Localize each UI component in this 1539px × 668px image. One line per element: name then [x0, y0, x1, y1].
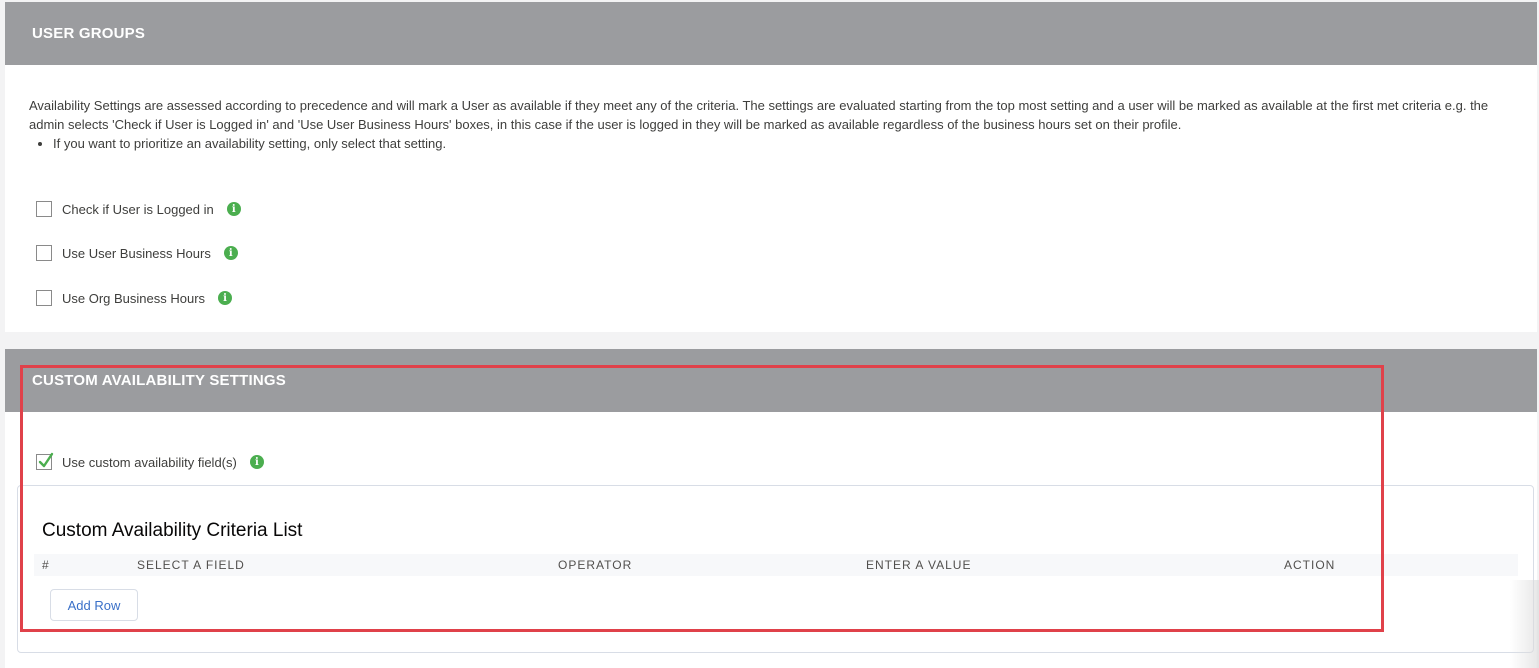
user-business-hours-checkbox[interactable] — [36, 245, 52, 261]
checkmark-icon — [38, 452, 54, 468]
description-bullet: If you want to prioritize an availabilit… — [53, 134, 1524, 153]
option-user-business-hours[interactable]: Use User Business Hours i — [36, 245, 238, 261]
description-text: Availability Settings are assessed accor… — [29, 98, 1489, 132]
criteria-list-card: Custom Availability Criteria List # SELE… — [17, 485, 1534, 653]
scroll-shadow — [1510, 580, 1539, 668]
option-use-custom-fields[interactable]: Use custom availability field(s) i — [36, 452, 264, 470]
column-header-number: # — [42, 558, 50, 572]
info-icon[interactable]: i — [223, 246, 238, 260]
column-header-operator: OPERATOR — [558, 558, 633, 572]
org-business-hours-label[interactable]: Use Org Business Hours — [62, 291, 205, 306]
info-icon[interactable]: i — [226, 202, 241, 216]
criteria-table-header: # SELECT A FIELD OPERATOR ENTER A VALUE … — [34, 554, 1518, 576]
user-groups-panel: USER GROUPS Availability Settings are as… — [5, 2, 1537, 332]
custom-availability-panel: CUSTOM AVAILABILITY SETTINGS Use custom … — [5, 349, 1537, 668]
custom-availability-title: CUSTOM AVAILABILITY SETTINGS — [32, 372, 286, 389]
user-groups-title: USER GROUPS — [32, 25, 146, 42]
option-org-business-hours[interactable]: Use Org Business Hours i — [36, 290, 233, 306]
use-custom-fields-label[interactable]: Use custom availability field(s) — [62, 455, 237, 470]
org-business-hours-checkbox[interactable] — [36, 290, 52, 306]
info-icon[interactable]: i — [249, 455, 264, 469]
info-icon[interactable]: i — [218, 291, 233, 305]
criteria-list-title: Custom Availability Criteria List — [42, 520, 303, 541]
add-row-button[interactable]: Add Row — [50, 589, 138, 621]
availability-description: Availability Settings are assessed accor… — [29, 96, 1524, 153]
user-groups-header: USER GROUPS — [5, 2, 1537, 65]
column-header-action: ACTION — [1284, 558, 1336, 572]
column-header-value: ENTER A VALUE — [866, 558, 972, 572]
use-custom-fields-checkbox[interactable] — [36, 452, 54, 470]
option-check-logged-in[interactable]: Check if User is Logged in i — [36, 201, 241, 217]
user-business-hours-label[interactable]: Use User Business Hours — [62, 246, 211, 261]
description-bullets: If you want to prioritize an availabilit… — [29, 134, 1524, 153]
check-logged-in-label[interactable]: Check if User is Logged in — [62, 202, 214, 217]
check-logged-in-checkbox[interactable] — [36, 201, 52, 217]
column-header-field: SELECT A FIELD — [137, 558, 245, 572]
custom-availability-header: CUSTOM AVAILABILITY SETTINGS — [5, 349, 1537, 412]
